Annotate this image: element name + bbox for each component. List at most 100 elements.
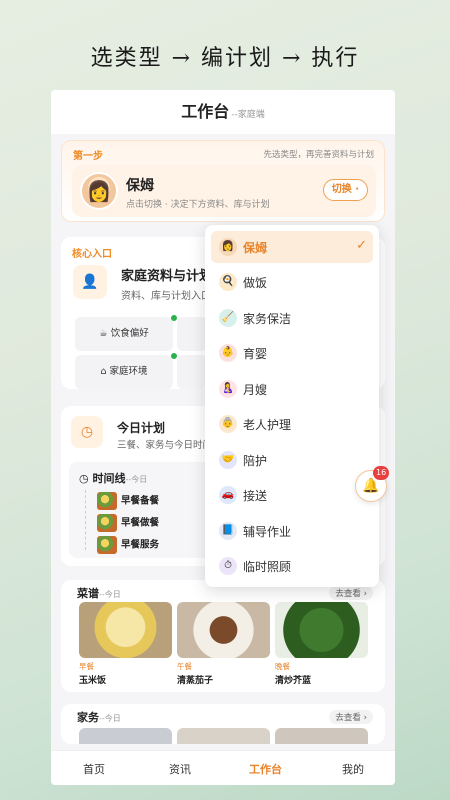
- page-title: 工作台: [181, 102, 230, 121]
- step-label: 第一步: [73, 151, 103, 162]
- tab-home[interactable]: 首页: [83, 761, 105, 777]
- headline: 选类型 → 编计划 → 执行: [90, 46, 360, 71]
- dish-name: 清炒芥蓝: [275, 676, 312, 686]
- home-environment-label: 家庭环境: [109, 366, 148, 377]
- dish-meal: 早餐: [79, 662, 94, 671]
- core-title[interactable]: 家庭资料与计划: [121, 265, 212, 284]
- switch-button[interactable]: 切换 ·: [322, 179, 368, 201]
- role-option-nanny[interactable]: 👩 保姆 ✓: [211, 231, 373, 263]
- chores-more-link[interactable]: 去查看 ›: [329, 710, 373, 724]
- role-option-cleaning[interactable]: 🧹 家务保洁: [211, 302, 373, 334]
- dish-image: [79, 602, 172, 658]
- core-desc: 资料、库与计划入口: [121, 291, 211, 302]
- dish-meal: 午餐: [177, 662, 192, 671]
- book-icon: 📘: [219, 522, 237, 540]
- food-thumbnail: [97, 536, 117, 554]
- maternity-icon: 🤱: [219, 380, 237, 398]
- chores-title: 家务--今日: [77, 709, 121, 725]
- role-option-label: 辅导作业: [243, 525, 292, 539]
- plan-desc: 三餐、家务与今日时间: [117, 440, 213, 451]
- dish-item[interactable]: 晚餐 清炒芥蓝: [275, 602, 368, 686]
- food-thumbnail: [97, 492, 117, 510]
- timeline-item[interactable]: 早餐做餐: [97, 514, 159, 534]
- role-option-label: 临时照顾: [243, 560, 292, 574]
- entry-button[interactable]: [177, 317, 207, 351]
- home-environment-button[interactable]: ⌂ 家庭环境: [75, 355, 173, 389]
- timeline-item-label: 早餐服务: [121, 539, 160, 551]
- notification-badge: 16: [373, 466, 390, 480]
- timeline-item[interactable]: 早餐服务: [97, 536, 159, 556]
- companion-icon: 🤝: [219, 451, 237, 469]
- clock-icon: ◷: [71, 416, 103, 448]
- timeline-item-label: 早餐做餐: [121, 517, 160, 529]
- recipes-title-text: 菜谱: [77, 587, 99, 600]
- recipes-more-link[interactable]: 去查看 ›: [329, 586, 373, 600]
- role-option-elderly-care[interactable]: 👵 老人护理: [211, 408, 373, 440]
- clock-icon: ⏱: [219, 557, 237, 575]
- role-option-infant-care[interactable]: 👶 育婴: [211, 337, 373, 369]
- dish-name: 玉米饭: [79, 676, 107, 686]
- role-option-label: 接送: [243, 489, 268, 503]
- role-option-label: 陪护: [243, 454, 268, 468]
- dish-image: [275, 602, 368, 658]
- role-option-companion[interactable]: 🤝 陪护: [211, 444, 373, 476]
- top-bar: 工作台 --家庭端: [51, 90, 395, 134]
- role-option-pickup[interactable]: 🚗 接送: [211, 479, 373, 511]
- chores-title-text: 家务: [77, 711, 99, 724]
- page-subtitle: --家庭端: [231, 110, 265, 120]
- tab-bar: 首页 资讯 工作台 我的: [51, 750, 395, 785]
- dish-name: 清蒸茄子: [177, 676, 214, 686]
- role-option-label: 保姆: [243, 241, 268, 255]
- entry-button[interactable]: [177, 355, 207, 389]
- cup-icon: ☕: [99, 328, 108, 339]
- check-icon: ✓: [356, 238, 367, 253]
- role-option-temporary-care[interactable]: ⏱ 临时照顾: [211, 550, 373, 582]
- timeline-title-text: 时间线: [92, 472, 126, 485]
- tab-news[interactable]: 资讯: [169, 761, 191, 777]
- timeline-icon: ◷: [79, 472, 89, 485]
- role-option-label: 家务保洁: [243, 312, 292, 326]
- tab-workbench[interactable]: 工作台: [249, 761, 282, 777]
- step-hint: 先选类型，再完善资料与计划: [263, 150, 374, 160]
- timeline-item[interactable]: 早餐备餐: [97, 492, 159, 512]
- dish-meal: 晚餐: [275, 662, 290, 671]
- role-option-maternity[interactable]: 🤱 月嫂: [211, 373, 373, 405]
- role-option-label: 育婴: [243, 347, 268, 361]
- chores-sub: --今日: [99, 714, 121, 723]
- dish-image: [177, 602, 270, 658]
- role-option-cooking[interactable]: 🍳 做饭: [211, 266, 373, 298]
- cleaning-icon: 🧹: [219, 309, 237, 327]
- car-icon: 🚗: [219, 486, 237, 504]
- food-thumbnail: [97, 514, 117, 532]
- recipes-title: 菜谱--今日: [77, 585, 121, 601]
- dish-item[interactable]: 午餐 清蒸茄子: [177, 602, 270, 686]
- current-role[interactable]: 👩 保姆 点击切换 · 决定下方资料、库与计划 切换 ·: [72, 165, 376, 217]
- status-dot: [171, 353, 177, 359]
- chore-image: [177, 728, 270, 744]
- baby-icon: 👶: [219, 344, 237, 362]
- role-desc: 点击切换 · 决定下方资料、库与计划: [126, 200, 270, 210]
- timeline-item-label: 早餐备餐: [121, 495, 160, 507]
- elderly-icon: 👵: [219, 415, 237, 433]
- timeline-sub: --今日: [125, 475, 148, 484]
- diet-preference-button[interactable]: ☕ 饮食偏好: [75, 317, 173, 351]
- dish-item[interactable]: 早餐 玉米饭: [79, 602, 172, 686]
- timeline-title: ◷ 时间线--今日: [79, 470, 147, 486]
- recipes-card: 菜谱--今日 去查看 › 早餐 玉米饭 午餐 清蒸茄子 晚餐 清炒芥蓝: [61, 580, 385, 692]
- diet-preference-label: 饮食偏好: [110, 328, 149, 339]
- status-dot: [171, 315, 177, 321]
- nanny-icon: 👩: [219, 238, 237, 256]
- chores-card: 家务--今日 去查看 ›: [61, 704, 385, 744]
- nanny-avatar-icon: 👩: [80, 172, 118, 210]
- role-option-label: 做饭: [243, 276, 268, 290]
- role-dropdown: 👩 保姆 ✓ 🍳 做饭 🧹 家务保洁 👶 育婴 🤱 月嫂 👵 老人护理 🤝 陪护…: [205, 225, 379, 587]
- timeline-line: [85, 490, 86, 550]
- role-option-label: 月嫂: [243, 383, 268, 397]
- role-name: 保姆: [126, 178, 154, 194]
- role-option-label: 老人护理: [243, 418, 292, 432]
- tab-profile[interactable]: 我的: [342, 761, 364, 777]
- plan-title[interactable]: 今日计划: [117, 419, 165, 436]
- home-icon: ⌂: [100, 366, 107, 377]
- role-option-tutoring[interactable]: 📘 辅导作业: [211, 515, 373, 547]
- chore-image: [79, 728, 172, 744]
